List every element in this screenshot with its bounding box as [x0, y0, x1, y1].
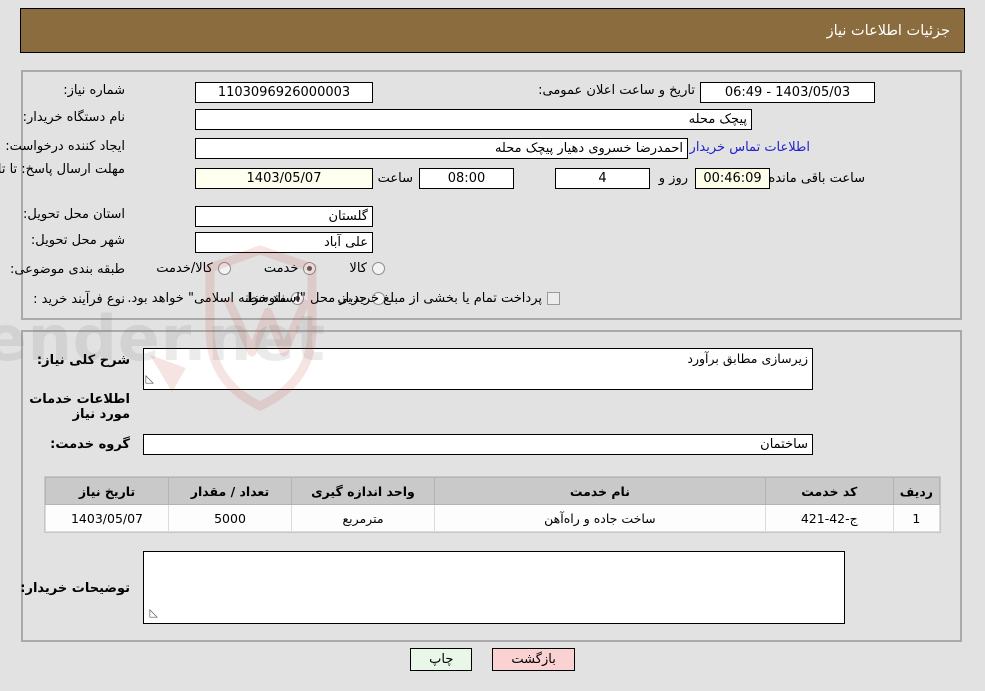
request-creator-row: ایجاد کننده درخواست:: [5, 139, 125, 154]
public-announce-value: 1403/05/03 - 06:49: [700, 82, 875, 103]
service-group-label: گروه خدمت:: [50, 437, 130, 452]
deadline-date: 1403/05/07: [195, 168, 373, 189]
print-button[interactable]: چاپ: [410, 648, 473, 671]
province-value: گلستان: [195, 206, 373, 227]
radio-kala-label: کالا: [349, 261, 367, 276]
radio-kala-khedmat[interactable]: [217, 262, 231, 275]
request-creator-label: ایجاد کننده درخواست:: [5, 139, 125, 154]
request-creator-value: احمدرضا خسروی دهیار پیچک محله: [195, 138, 688, 159]
treasury-docs-label: پرداخت تمام یا بخشی از مبلغ خرید،از محل …: [127, 291, 542, 306]
deadline-label-wrap: مهلت ارسال پاسخ: تا تاریخ:: [0, 161, 125, 178]
deadline-time-label: ساعت: [377, 171, 413, 186]
deadline-days: 4: [555, 168, 650, 189]
th-service-name: نام خدمت: [434, 477, 766, 505]
deadline-countdown: 00:46:09: [695, 168, 770, 189]
radio-kala[interactable]: [372, 262, 385, 275]
need-number-value: 1103096926000003: [195, 82, 373, 103]
th-service-code: کد خدمت: [764, 477, 894, 505]
th-row-no: ردیف: [892, 477, 941, 505]
cell-quantity: 5000: [168, 504, 292, 532]
cell-service-code: ج-42-421: [764, 504, 894, 532]
subject-category-options: کالا خدمت کالا/خدمت: [151, 261, 385, 276]
deadline-days-label: روز و: [658, 171, 688, 186]
treasury-docs-checkbox[interactable]: [547, 292, 560, 305]
radio-khedmat-label: خدمت: [263, 261, 299, 276]
buyer-notes-textarea[interactable]: [143, 551, 845, 624]
cell-need-date: 1403/05/07: [45, 504, 169, 532]
cell-service-name: ساخت جاده و راه‌آهن: [434, 504, 766, 532]
need-number-row: شماره نیاز:: [63, 83, 125, 98]
services-section-title: اطلاعات خدمات مورد نیاز: [29, 392, 130, 422]
province-label: استان محل تحویل:: [23, 207, 125, 222]
back-button[interactable]: بازگشت: [492, 648, 575, 671]
page-root: AriaTender.net جزئیات اطلاعات نیاز شماره…: [0, 0, 985, 691]
th-need-date: تاریخ نیاز: [45, 477, 169, 505]
radio-khedmat[interactable]: [303, 262, 317, 275]
buyer-org-value: پیچک محله: [195, 109, 752, 130]
buyer-contact-link[interactable]: اطلاعات تماس خریدار: [690, 140, 810, 155]
general-desc-textarea[interactable]: زیرسازی مطابق برآورد: [143, 348, 813, 390]
th-unit: واحد اندازه گیری: [291, 477, 435, 505]
city-row: شهر محل تحویل:: [31, 233, 125, 248]
service-group-value: ساختمان: [143, 434, 813, 455]
public-announce-row: تاریخ و ساعت اعلان عمومی:: [538, 83, 695, 98]
table-row: 1 ج-42-421 ساخت جاده و راه‌آهن مترمربع 5…: [45, 504, 941, 532]
deadline-time: 08:00: [419, 168, 514, 189]
buyer-notes-label: توضیحات خریدار:: [20, 581, 130, 596]
radio-kala-khedmat-label: کالا/خدمت: [156, 261, 213, 276]
deadline-countdown-label: ساعت باقی مانده: [768, 171, 865, 186]
buyer-org-row: نام دستگاه خریدار:: [23, 110, 125, 125]
need-number-label: شماره نیاز:: [63, 83, 125, 98]
public-announce-label: تاریخ و ساعت اعلان عمومی:: [538, 83, 695, 98]
deadline-label: مهلت ارسال پاسخ: تا تاریخ:: [0, 162, 125, 177]
need-info-panel: [21, 70, 962, 320]
province-row: استان محل تحویل:: [23, 207, 125, 222]
page-title-text: جزئیات اطلاعات نیاز: [826, 22, 950, 39]
treasury-docs-checkbox-wrap: پرداخت تمام یا بخشی از مبلغ خرید،از محل …: [122, 291, 560, 306]
cell-row-no: 1: [892, 504, 941, 532]
buyer-org-label: نام دستگاه خریدار:: [22, 110, 125, 125]
general-desc-label: شرح کلی نیاز:: [36, 353, 130, 368]
footer-buttons: بازگشت چاپ: [0, 648, 985, 671]
city-value: علی آباد: [195, 232, 373, 253]
services-table: ردیف کد خدمت نام خدمت واحد اندازه گیری ت…: [45, 477, 941, 532]
table-header-row: ردیف کد خدمت نام خدمت واحد اندازه گیری ت…: [45, 477, 941, 505]
th-quantity: تعداد / مقدار: [168, 477, 292, 505]
purchase-type-label: نوع فرآیند خرید :: [33, 292, 125, 307]
city-label: شهر محل تحویل:: [30, 233, 125, 248]
page-title: جزئیات اطلاعات نیاز: [20, 8, 965, 53]
cell-unit: مترمربع: [291, 504, 435, 532]
subject-category-label: طبقه بندی موضوعی:: [9, 262, 125, 277]
